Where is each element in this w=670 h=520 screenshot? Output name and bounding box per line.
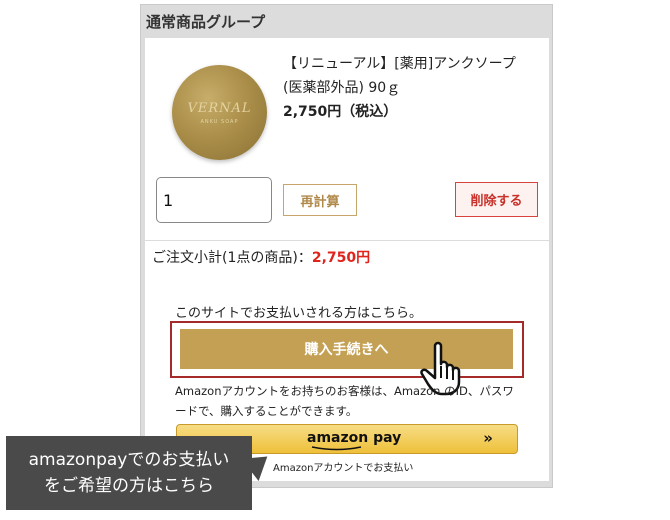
recalculate-button[interactable]: 再計算	[283, 184, 357, 216]
amazon-pay-logo: amazon pay	[307, 430, 402, 446]
product-name[interactable]: 【リニューアル】[薬用]アンクソープ (医薬部外品) 90ｇ	[283, 52, 543, 100]
quantity-input[interactable]	[156, 177, 272, 223]
site-payment-note: このサイトでお支払いされる方はこちら。	[175, 306, 423, 321]
product-image-subtext: ANKU SOAP	[200, 119, 239, 125]
amazon-pay-caption: Amazonアカウントでお支払い	[273, 463, 414, 474]
product-image: VERNAL ANKU SOAP	[172, 65, 267, 160]
callout-line2: をご希望の方はこちら	[44, 476, 214, 496]
product-image-brand: VERNAL	[187, 101, 252, 116]
subtotal: ご注文小計(1点の商品)：2,750円	[152, 247, 370, 267]
chevrons-right-icon: »	[483, 429, 493, 447]
amazon-smile-icon	[311, 446, 362, 451]
callout-line1: amazonpayでのお支払い	[28, 450, 230, 470]
delete-button[interactable]: 削除する	[455, 182, 538, 217]
group-title: 通常商品グループ	[146, 13, 266, 31]
subtotal-label: ご注文小計(1点の商品)：	[152, 250, 312, 266]
product-name-line2[interactable]: (医薬部外品) 90ｇ	[283, 76, 543, 100]
product-price: 2,750円（税込）	[283, 104, 398, 120]
amazon-account-note: Amazonアカウントをお持ちのお客様は、Amazon のID、パスワードで、購…	[175, 384, 514, 418]
callout-box: amazonpayでのお支払い をご希望の方はこちら	[6, 436, 252, 510]
product-name-line1[interactable]: 【リニューアル】[薬用]アンクソープ	[283, 52, 543, 76]
subtotal-amount: 2,750円	[311, 250, 371, 266]
